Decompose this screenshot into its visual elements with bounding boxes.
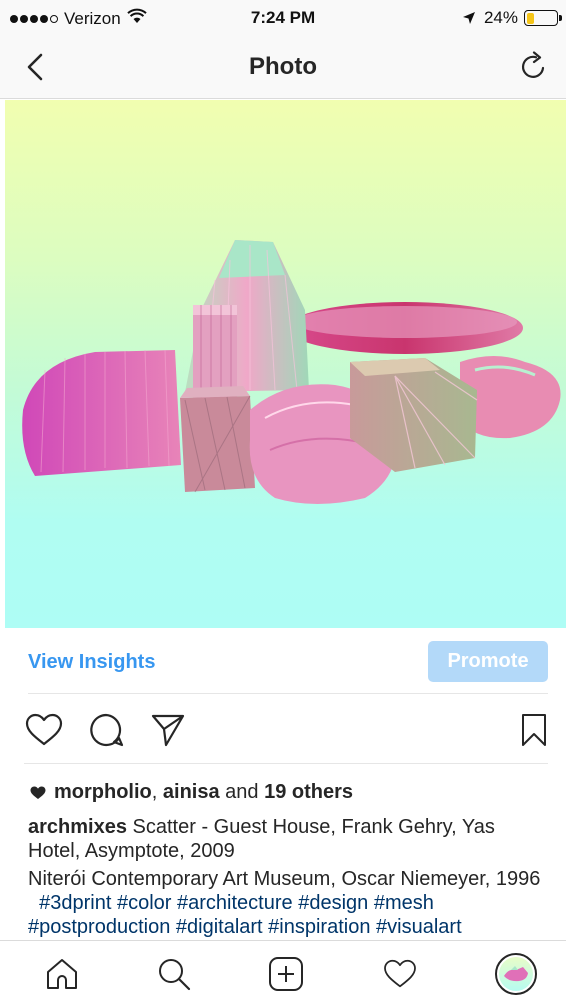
bookmark-icon (520, 713, 548, 747)
battery-percent: 24% (483, 8, 518, 27)
hashtag-link[interactable]: #digitalart (176, 916, 263, 938)
paper-plane-icon (150, 712, 186, 748)
tab-search[interactable] (154, 954, 194, 994)
save-button[interactable] (514, 710, 554, 750)
tab-home[interactable] (42, 954, 82, 994)
caption-line: Niterói Contemporary Art Museum, Oscar N… (28, 867, 548, 939)
post-caption: archmixes Scatter - Guest House, Frank G… (28, 815, 548, 943)
like-button[interactable] (24, 710, 64, 750)
post-photo[interactable] (5, 100, 566, 628)
likes-separator: , (151, 781, 163, 803)
status-bar: Verizon 7:24 PM 24% (0, 0, 566, 36)
location-arrow-icon (462, 11, 476, 25)
mesh-sculpture-image (22, 240, 561, 504)
hashtag-link[interactable]: #design (298, 892, 368, 914)
likes-separator: and (219, 781, 265, 803)
likes-others-count[interactable]: 19 others (264, 781, 353, 804)
caption-text-line2: Niterói Contemporary Art Museum, Oscar N… (28, 868, 541, 890)
hashtag-link[interactable]: #inspiration (268, 916, 370, 938)
tab-activity[interactable] (380, 954, 420, 994)
refresh-button[interactable] (516, 48, 552, 84)
liker-username[interactable]: morpholio (54, 781, 152, 804)
heart-filled-icon (30, 786, 46, 800)
heart-icon (25, 713, 63, 747)
profile-avatar (495, 953, 537, 995)
view-insights-link[interactable]: View Insights (28, 651, 155, 674)
insights-row: View Insights Promote (28, 640, 548, 694)
hashtag-list: #3dprint #color #architecture #design #m… (28, 892, 462, 938)
comment-button[interactable] (86, 710, 126, 750)
comment-icon (88, 712, 124, 748)
caption-username[interactable]: archmixes (28, 816, 127, 838)
nav-bar: Photo (0, 36, 566, 99)
refresh-icon (519, 51, 549, 81)
hashtag-link[interactable]: #architecture (177, 892, 293, 914)
home-icon (45, 958, 79, 990)
liker-username[interactable]: ainisa (163, 781, 220, 804)
likes-summary[interactable]: morpholio, ainisa and 19 others (30, 781, 353, 804)
status-right: 24% (462, 8, 562, 28)
share-button[interactable] (148, 710, 188, 750)
tab-bar (0, 940, 566, 1007)
action-row (24, 700, 548, 764)
hashtag-link[interactable]: #color (117, 892, 171, 914)
tab-profile[interactable] (494, 952, 538, 996)
hashtag-link[interactable]: #3dprint (39, 892, 111, 914)
add-icon (268, 956, 304, 992)
battery-icon (524, 10, 562, 26)
hashtag-link[interactable]: #visualart (376, 916, 462, 938)
activity-icon (383, 959, 417, 989)
page-title: Photo (249, 53, 317, 80)
promote-button[interactable]: Promote (428, 641, 548, 682)
hashtag-link[interactable]: #mesh (374, 892, 434, 914)
search-icon (157, 957, 191, 991)
caption-line: archmixes Scatter - Guest House, Frank G… (28, 815, 548, 863)
hashtag-link[interactable]: #postproduction (28, 916, 170, 938)
tab-add[interactable] (266, 954, 306, 994)
